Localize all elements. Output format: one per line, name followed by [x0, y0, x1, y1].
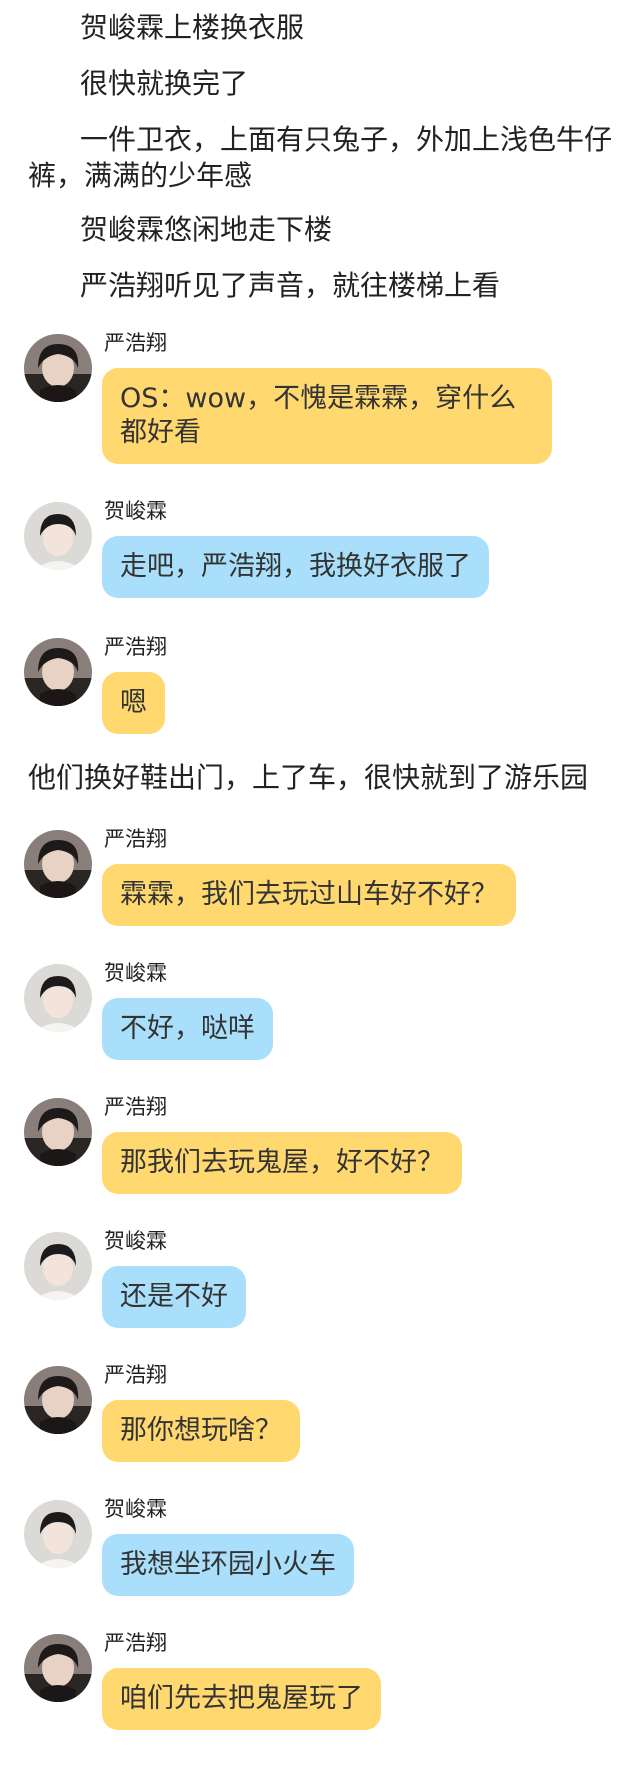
message-bubble: 不好，哒咩: [102, 998, 273, 1060]
narration-line: 一件卫衣，上面有只兔子，外加上浅色牛仔裤，满满的少年感: [28, 123, 613, 192]
dark-hair-avatar-icon: [24, 638, 92, 706]
dark-hair-avatar-icon: [24, 1098, 92, 1166]
message-bubble: 嗯: [102, 672, 165, 734]
dark-hair-avatar-icon: [24, 830, 92, 898]
light-avatar-icon: [24, 502, 92, 570]
narration-line: 贺峻霖上楼换衣服: [80, 11, 305, 44]
message-bubble: 那你想玩啥？: [102, 1400, 300, 1462]
message-bubble: OS：wow，不愧是霖霖，穿什么都好看: [102, 368, 552, 464]
avatar[interactable]: [24, 830, 92, 898]
light-avatar-icon: [24, 964, 92, 1032]
light-avatar-icon: [24, 1500, 92, 1568]
sender-name: 严浩翔: [104, 331, 167, 355]
avatar[interactable]: [24, 1098, 92, 1166]
avatar[interactable]: [24, 1634, 92, 1702]
avatar[interactable]: [24, 334, 92, 402]
sender-name: 严浩翔: [104, 827, 167, 851]
light-avatar-icon: [24, 1232, 92, 1300]
message-bubble: 走吧，严浩翔，我换好衣服了: [102, 536, 489, 598]
sender-name: 贺峻霖: [104, 1229, 167, 1253]
message-bubble: 那我们去玩鬼屋，好不好？: [102, 1132, 462, 1194]
sender-name: 严浩翔: [104, 1363, 167, 1387]
sender-name: 贺峻霖: [104, 499, 167, 523]
sender-name: 贺峻霖: [104, 961, 167, 985]
narration-line: 他们换好鞋出门，上了车，很快就到了游乐园: [28, 761, 589, 794]
avatar[interactable]: [24, 1366, 92, 1434]
sender-name: 严浩翔: [104, 635, 167, 659]
message-bubble: 咱们先去把鬼屋玩了: [102, 1668, 381, 1730]
sender-name: 严浩翔: [104, 1631, 167, 1655]
avatar[interactable]: [24, 1232, 92, 1300]
avatar[interactable]: [24, 1500, 92, 1568]
avatar[interactable]: [24, 502, 92, 570]
message-bubble: 我想坐环园小火车: [102, 1534, 354, 1596]
dark-hair-avatar-icon: [24, 334, 92, 402]
narration-line: 很快就换完了: [80, 67, 249, 100]
avatar[interactable]: [24, 964, 92, 1032]
message-bubble: 还是不好: [102, 1266, 246, 1328]
dark-hair-avatar-icon: [24, 1634, 92, 1702]
narration-line: 严浩翔听见了声音，就往楼梯上看: [80, 269, 501, 302]
message-bubble: 霖霖，我们去玩过山车好不好？: [102, 864, 516, 926]
narration-line: 贺峻霖悠闲地走下楼: [80, 213, 333, 246]
sender-name: 严浩翔: [104, 1095, 167, 1119]
sender-name: 贺峻霖: [104, 1497, 167, 1521]
dark-hair-avatar-icon: [24, 1366, 92, 1434]
avatar[interactable]: [24, 638, 92, 706]
